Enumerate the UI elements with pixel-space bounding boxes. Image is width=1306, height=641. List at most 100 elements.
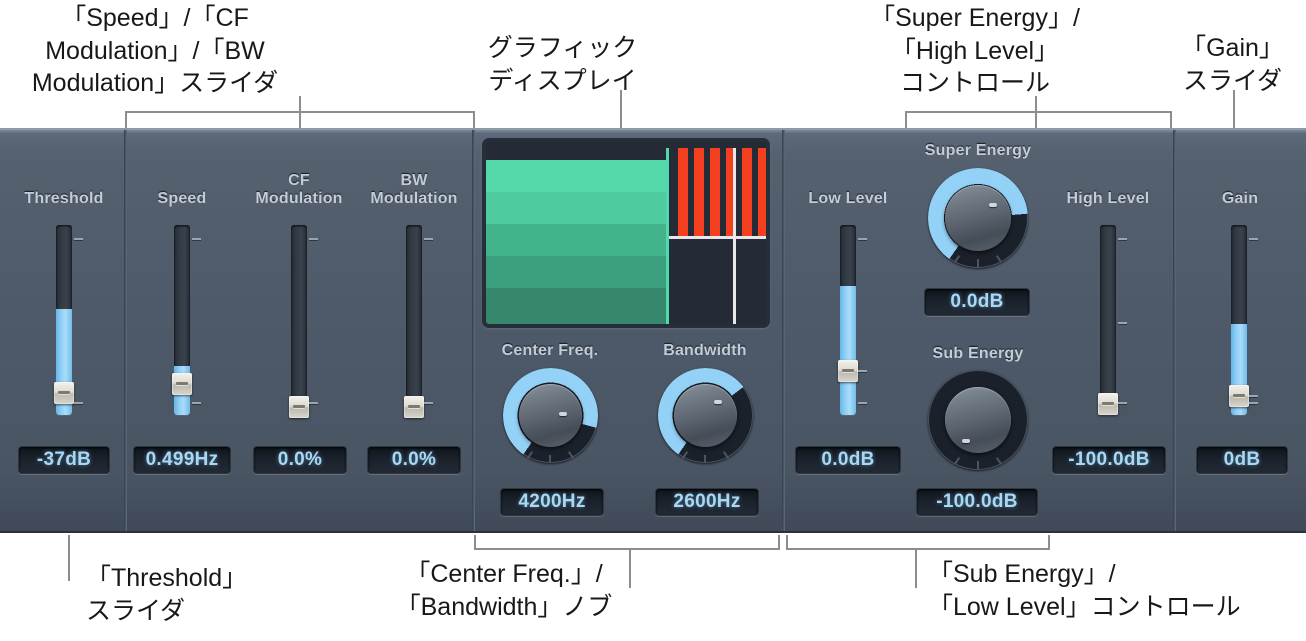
sub-energy-readout[interactable]: -100.0dB	[916, 488, 1038, 516]
threshold-slider-thumb[interactable]	[54, 382, 74, 404]
cf-modulation-slider-thumb[interactable]	[289, 396, 309, 418]
threshold-tick-bottom	[74, 402, 83, 404]
leader-top-left-stem	[299, 96, 301, 130]
bandwidth-knob[interactable]	[658, 368, 753, 463]
cf-modulation-tick-top	[309, 238, 318, 240]
plugin-window: Threshold -37dB Speed 0.499Hz CF Modulat…	[0, 128, 1306, 533]
gain-tick-mid	[1249, 395, 1258, 397]
speed-readout[interactable]: 0.499Hz	[133, 446, 231, 474]
super-energy-readout[interactable]: 0.0dB	[924, 288, 1030, 316]
center-freq-knob-indicator	[559, 412, 567, 416]
low-level-label: Low Level	[792, 190, 904, 208]
threshold-label: Threshold	[12, 190, 116, 208]
gd-band-1	[486, 160, 666, 192]
gd-redbar-6	[758, 148, 766, 238]
threshold-tick-top	[74, 238, 83, 240]
speed-tick-top	[192, 238, 201, 240]
leader-top-right-bracket	[905, 111, 1172, 113]
center-freq-readout[interactable]: 4200Hz	[500, 488, 604, 516]
leader-bottom-center-bracket-end-l	[474, 535, 476, 550]
gain-tick-top	[1249, 238, 1258, 240]
gd-redbar-2	[694, 148, 704, 238]
gd-green-line-left	[666, 148, 669, 324]
speed-label: Speed	[136, 190, 228, 208]
bandwidth-readout[interactable]: 2600Hz	[655, 488, 759, 516]
high-level-label: High Level	[1048, 190, 1168, 208]
bandwidth-knob-indicator	[714, 400, 722, 404]
leader-bottom-center-bracket	[474, 548, 780, 550]
cf-modulation-readout[interactable]: 0.0%	[253, 446, 347, 474]
center-freq-knob[interactable]	[503, 368, 598, 463]
bw-modulation-slider-thumb[interactable]	[404, 396, 424, 418]
gain-slider-thumb[interactable]	[1229, 385, 1249, 407]
gd-band-4	[486, 256, 666, 288]
leader-bottom-center-bracket-end-r	[778, 535, 780, 550]
panel-divider-3	[782, 130, 785, 531]
leader-bottom-right-bracket-end-l	[786, 535, 788, 550]
gain-label: Gain	[1190, 190, 1290, 208]
high-level-tick-bottom	[1118, 402, 1127, 404]
gd-band-3	[486, 224, 666, 256]
low-level-tick-top	[858, 238, 867, 240]
gd-redbar-3	[710, 148, 720, 238]
low-level-slider[interactable]	[840, 225, 856, 415]
bandwidth-knob-notch-c	[704, 455, 706, 463]
gd-band-2	[486, 192, 666, 224]
cf-modulation-slider[interactable]	[291, 225, 307, 415]
high-level-slider-thumb[interactable]	[1098, 393, 1118, 415]
graphic-display[interactable]	[482, 138, 770, 328]
leader-bottom-right-bracket	[786, 548, 1050, 550]
gd-redbar-5	[742, 148, 752, 238]
speed-slider-thumb[interactable]	[172, 373, 192, 395]
bw-modulation-tick-top	[424, 238, 433, 240]
low-level-slider-fill	[840, 286, 856, 415]
gd-band-5	[486, 288, 666, 324]
bandwidth-knob-cap[interactable]	[674, 384, 737, 447]
sub-energy-knob[interactable]	[928, 370, 1028, 470]
graphic-display-canvas	[486, 142, 766, 324]
center-freq-knob-cap[interactable]	[519, 384, 582, 447]
leader-bottom-right-bracket-end-r	[1048, 535, 1050, 550]
high-level-tick-top	[1118, 238, 1127, 240]
callout-top-left: 「Speed」/「CF Modulation」/「BW Modulation」ス…	[0, 2, 310, 100]
leader-top-center-stem	[620, 90, 622, 130]
gd-redbar-1	[678, 148, 688, 238]
leader-bottom-threshold-stem	[68, 535, 70, 581]
high-level-slider[interactable]	[1100, 225, 1116, 415]
center-freq-label: Center Freq.	[485, 342, 615, 360]
high-level-tick-mid	[1118, 322, 1127, 324]
leader-top-gain-stem	[1233, 90, 1235, 130]
super-energy-label: Super Energy	[908, 142, 1048, 160]
bw-modulation-slider[interactable]	[406, 225, 422, 415]
leader-bottom-right-stem	[915, 548, 917, 588]
callout-bottom-left: 「Threshold」 スライダ	[86, 562, 386, 627]
super-energy-knob-notch-c	[977, 259, 979, 267]
leader-top-left-bracket	[125, 111, 475, 113]
high-level-readout[interactable]: -100.0dB	[1052, 446, 1166, 474]
panel-divider-4	[1173, 130, 1176, 531]
callout-bottom-center: 「Center Freq.」/ 「Bandwidth」ノブ	[375, 558, 633, 623]
bw-modulation-tick-bottom	[424, 402, 433, 404]
speed-tick-bottom	[192, 402, 201, 404]
gd-white-line-horizontal	[666, 236, 766, 239]
super-energy-knob-indicator	[989, 203, 997, 207]
sub-energy-knob-cap[interactable]	[945, 387, 1011, 453]
super-energy-knob-cap[interactable]	[945, 185, 1011, 251]
gain-readout[interactable]: 0dB	[1196, 446, 1288, 474]
low-level-slider-thumb[interactable]	[838, 360, 858, 382]
cf-modulation-tick-bottom	[309, 402, 318, 404]
callout-top-center: グラフィック ディスプレイ	[455, 32, 670, 97]
low-level-readout[interactable]: 0.0dB	[795, 446, 901, 474]
low-level-tick-bottom	[858, 402, 867, 404]
cf-modulation-label: CF Modulation	[240, 172, 358, 208]
threshold-readout[interactable]: -37dB	[18, 446, 110, 474]
bw-modulation-readout[interactable]: 0.0%	[367, 446, 461, 474]
low-level-tick-mid	[858, 370, 867, 372]
leader-top-right-stem	[1035, 96, 1037, 130]
sub-energy-label: Sub Energy	[908, 345, 1048, 363]
callout-top-far-right: 「Gain」 スライダ	[1110, 32, 1306, 97]
center-freq-knob-notch-c	[549, 455, 551, 463]
super-energy-knob[interactable]	[928, 168, 1028, 268]
sub-energy-knob-notch-c	[977, 461, 979, 469]
bw-modulation-label: BW Modulation	[355, 172, 473, 208]
